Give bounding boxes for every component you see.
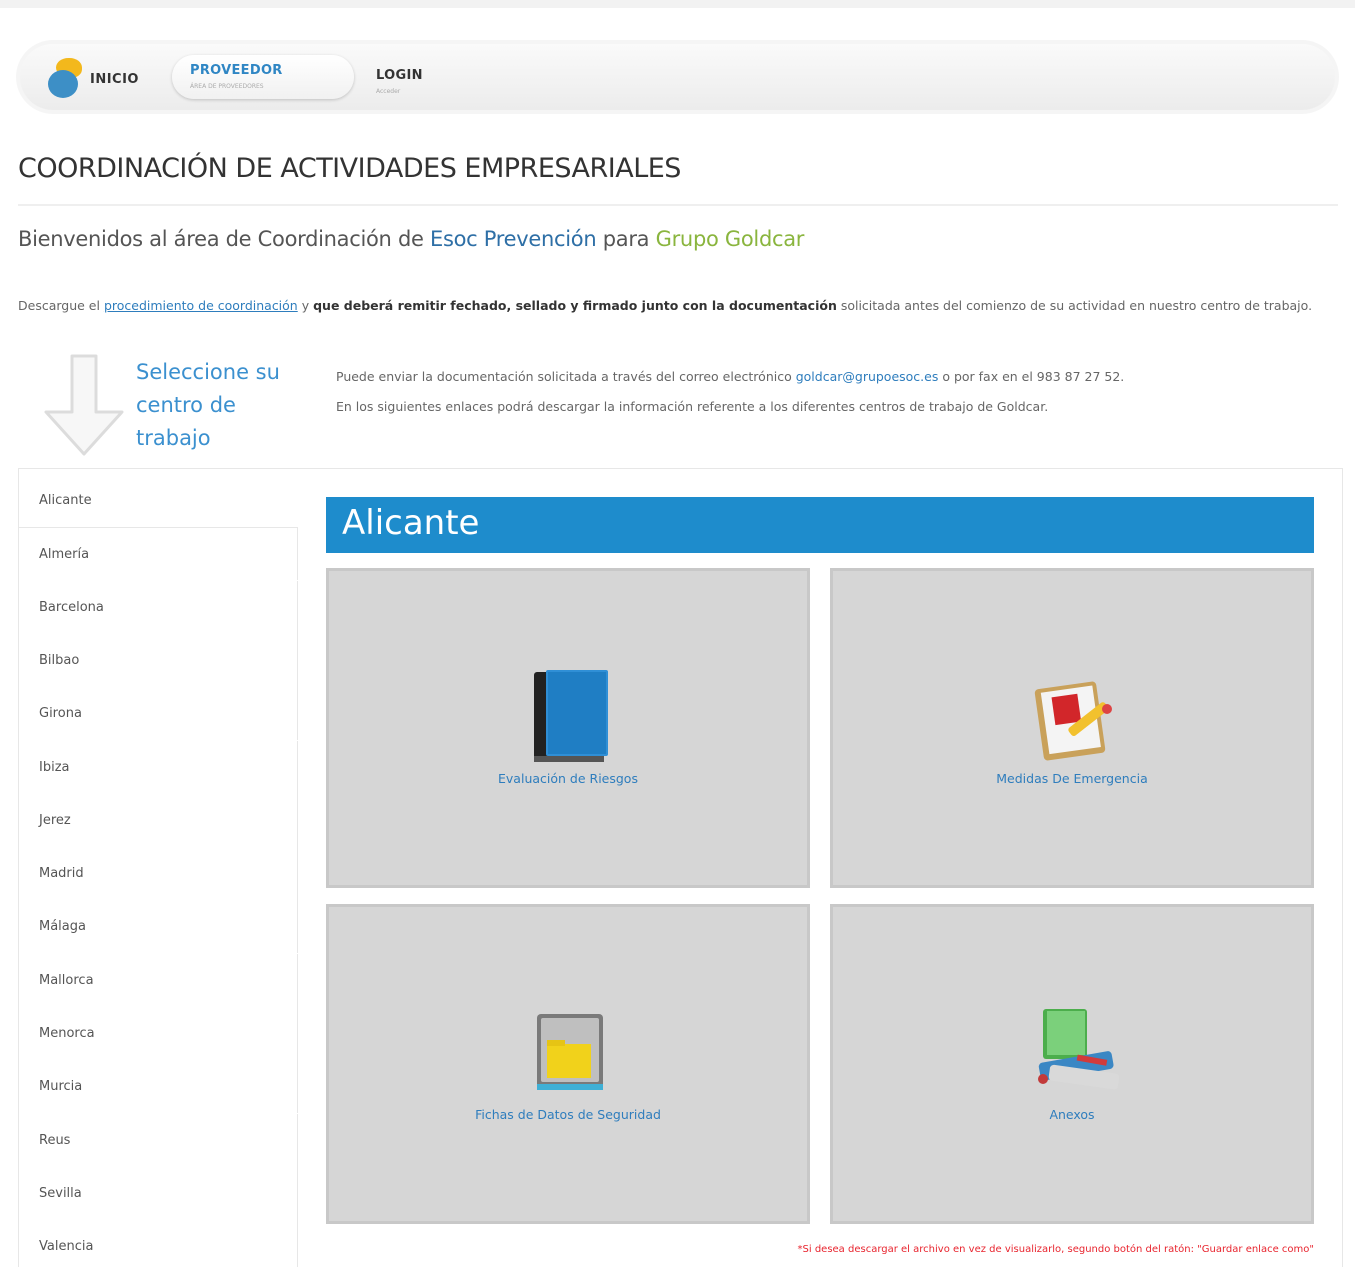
welcome-company: Esoc Prevención: [429, 227, 597, 251]
sidebar-item-mallorca[interactable]: Mallorca: [18, 954, 298, 1007]
intro-prefix: Descargue el: [18, 298, 104, 313]
info-prefix: Puede enviar la documentación solicitada…: [336, 369, 796, 384]
nav-proveedor-label: PROVEEDOR: [190, 63, 283, 78]
sidebar-item-reus[interactable]: Reus: [18, 1114, 298, 1167]
nav-login-label: LOGIN: [376, 68, 423, 83]
inicio-logo-icon[interactable]: [48, 58, 84, 98]
workplace-heading: Alicante: [342, 503, 480, 543]
download-note: *Si desea descargar el archivo en vez de…: [797, 1244, 1314, 1255]
sidebar-item-menorca[interactable]: Menorca: [18, 1007, 298, 1060]
tile-evaluacion-riesgos[interactable]: Evaluación de Riesgos: [326, 568, 810, 888]
info-line-2: En los siguientes enlaces podrá descarga…: [336, 399, 1049, 414]
intro-mid: y: [297, 298, 314, 313]
sidebar-item-alicante[interactable]: Alicante: [18, 474, 298, 527]
sidebar-item-malaga[interactable]: Málaga: [18, 900, 298, 953]
tile-label: Medidas De Emergencia: [996, 771, 1148, 786]
nav-proveedor-sublabel: ÁREA DE PROVEEDORES: [190, 83, 264, 90]
nav-inicio-link[interactable]: INICIO: [90, 72, 139, 87]
sidebar-item-almeria[interactable]: Almería: [18, 527, 298, 580]
workplace-sidebar: Alicante Almería Barcelona Bilbao Girona Ibiz…: [18, 468, 298, 1267]
intro-bold-text: que deberá remitir fechado, sellado y fi…: [313, 298, 837, 313]
welcome-client: Grupo Goldcar: [655, 227, 805, 251]
welcome-text: Bienvenidos al área de Coordinación de E…: [18, 227, 804, 251]
sidebar-item-bilbao[interactable]: Bilbao: [18, 634, 298, 687]
sidebar-item-murcia[interactable]: Murcia: [18, 1060, 298, 1113]
top-strip: [0, 0, 1355, 8]
sidebar-item-girona[interactable]: Girona: [18, 687, 298, 740]
welcome-prefix: Bienvenidos al área de Coordinación de: [18, 227, 430, 251]
folder-box-icon: [537, 1014, 603, 1090]
main-navigation: INICIO PROVEEDOR ÁREA DE PROVEEDORES LOG…: [20, 44, 1335, 110]
tile-fichas-datos-seguridad[interactable]: Fichas de Datos de Seguridad: [326, 904, 810, 1224]
workplace-heading-bar: Alicante: [326, 497, 1314, 553]
books-stack-icon: [1038, 1009, 1120, 1090]
sidebar-item-barcelona[interactable]: Barcelona: [18, 581, 298, 634]
sidebar-item-madrid[interactable]: Madrid: [18, 847, 298, 900]
nav-login-sublabel: Acceder: [376, 88, 401, 95]
sidebar-item-valencia[interactable]: Valencia: [18, 1220, 298, 1267]
intro-suffix: solicitada antes del comienzo de su acti…: [836, 298, 1313, 313]
tile-medidas-emergencia[interactable]: Medidas De Emergencia: [830, 568, 1314, 888]
sidebar-item-sevilla[interactable]: Sevilla: [18, 1167, 298, 1220]
title-divider: [18, 204, 1338, 206]
contact-email-link[interactable]: goldcar@grupoesoc.es: [796, 369, 939, 384]
info-line-1: Puede enviar la documentación solicitada…: [336, 365, 1346, 388]
page-title: COORDINACIÓN DE ACTIVIDADES EMPRESARIALE…: [18, 153, 681, 184]
sidebar-item-ibiza[interactable]: Ibiza: [18, 741, 298, 794]
welcome-mid: para: [596, 227, 656, 251]
nav-proveedor-tab[interactable]: PROVEEDOR ÁREA DE PROVEEDORES: [172, 55, 354, 99]
blue-book-icon: [534, 670, 608, 762]
sidebar-item-jerez[interactable]: Jerez: [18, 794, 298, 847]
clipboard-pencil-icon: [1034, 681, 1112, 761]
tile-anexos[interactable]: Anexos: [830, 904, 1314, 1224]
tile-label: Anexos: [1049, 1107, 1095, 1122]
tile-label: Evaluación de Riesgos: [498, 771, 638, 786]
tile-label: Fichas de Datos de Seguridad: [475, 1107, 661, 1122]
intro-paragraph: Descargue el procedimiento de coordinaci…: [18, 294, 1343, 317]
down-arrow-icon: [44, 354, 124, 456]
select-workplace-heading: Seleccione su centro de trabajo: [136, 360, 280, 450]
procedure-download-link[interactable]: procedimiento de coordinación: [104, 298, 298, 313]
info-text: Puede enviar la documentación solicitada…: [336, 365, 1346, 418]
info-suffix: o por fax en el 983 87 27 52.: [938, 369, 1125, 384]
